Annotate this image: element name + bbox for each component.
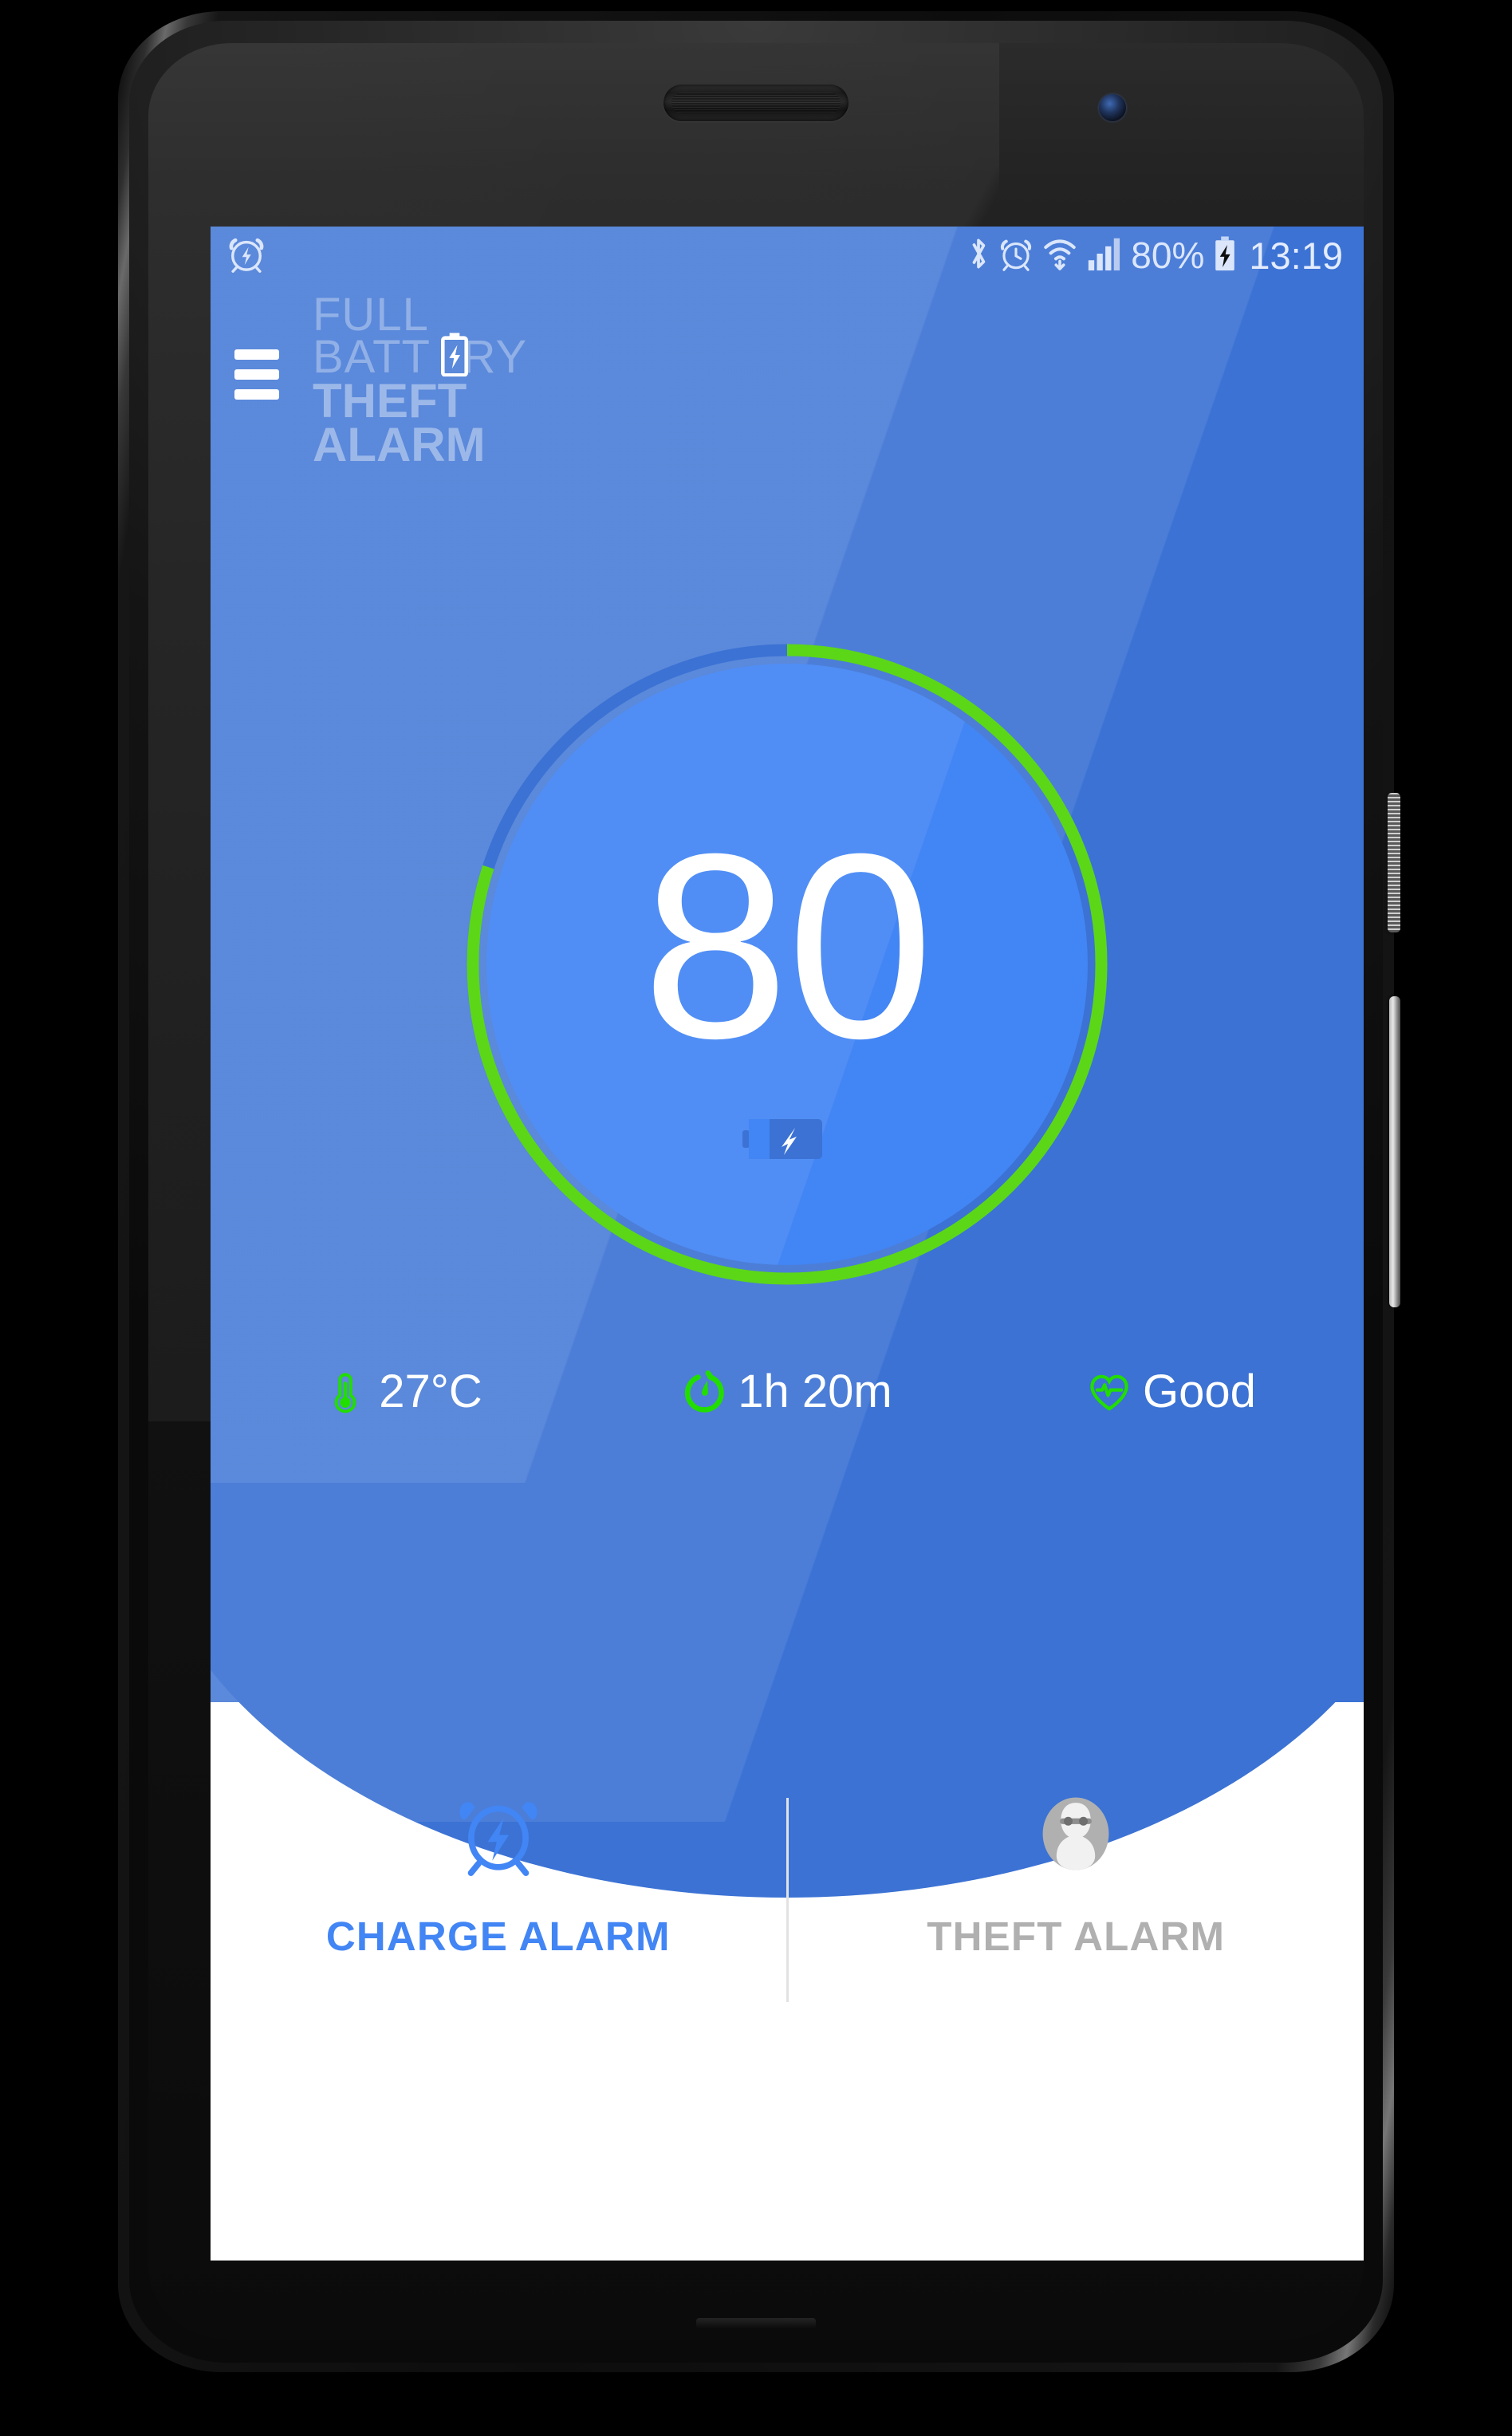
status-bar-right: 80% 13:19 [967, 235, 1343, 277]
theft-alarm-label: THEFT ALARM [927, 1914, 1226, 1959]
stats-row: 27°C 1h 20m Good [211, 1369, 1364, 1415]
volume-rocker-button[interactable] [1389, 996, 1400, 1307]
power-button[interactable] [1388, 793, 1400, 932]
battery-level-value: 80 [642, 798, 933, 1093]
timer-icon [682, 1370, 726, 1414]
time-remaining-value: 1h 20m [738, 1366, 892, 1417]
battery-charging-icon [1213, 235, 1237, 276]
battery-gauge: 80 [460, 637, 1114, 1291]
alarm-clock-icon [999, 235, 1033, 277]
status-bar: 80% 13:19 [211, 227, 1364, 284]
earpiece-speaker [663, 85, 849, 121]
charge-alarm-label: CHARGE ALARM [325, 1914, 671, 1959]
logo-battery-prefix: BATT [313, 331, 431, 384]
logo-battery-suffix: RY [462, 331, 528, 384]
phone-front-glass: 80% 13:19 FULL BATT RY THEFT ALARM 80 27… [148, 43, 1364, 2340]
alarm-charge-icon [228, 234, 265, 278]
hamburger-bar-2 [234, 369, 279, 380]
front-camera [1099, 94, 1126, 121]
phone-screen: 80% 13:19 FULL BATT RY THEFT ALARM 80 27… [211, 227, 1364, 2261]
battery-percent-label: 80% [1131, 235, 1205, 276]
bluetooth-icon [967, 235, 990, 277]
logo-line-theft: THEFT [313, 373, 467, 428]
battery-charging-horizontal-icon [742, 1116, 832, 1162]
temperature-value: 27°C [379, 1366, 482, 1417]
hamburger-menu-icon[interactable] [234, 349, 279, 400]
battery-health-value: Good [1143, 1366, 1256, 1417]
logo-line-battery: BATTERY [313, 333, 527, 380]
thermometer-icon [323, 1370, 368, 1414]
status-bar-left [228, 234, 265, 278]
charging-port [696, 2318, 816, 2329]
signal-bars-icon [1087, 235, 1122, 276]
app-logo: FULL BATTERY THEFT ALARM [313, 289, 527, 471]
time-remaining-stat: 1h 20m [595, 1369, 979, 1415]
wifi-icon [1041, 235, 1078, 277]
action-buttons-row: CHARGE ALARM THEFT ALARM [211, 1790, 1364, 2002]
battery-bolt-icon [440, 332, 469, 377]
heart-pulse-icon [1087, 1370, 1132, 1414]
app-bar: FULL BATTERY THEFT ALARM [211, 291, 1364, 469]
hamburger-bar-3 [234, 389, 279, 400]
temperature-stat: 27°C [211, 1369, 595, 1415]
battery-health-stat: Good [979, 1369, 1364, 1415]
phone-device: 80% 13:19 FULL BATT RY THEFT ALARM 80 27… [118, 11, 1400, 2404]
logo-line-full: FULL [313, 289, 429, 341]
theft-alarm-button[interactable]: THEFT ALARM [789, 1790, 1364, 1960]
charge-alarm-button[interactable]: CHARGE ALARM [211, 1790, 786, 1960]
logo-line-alarm: ALARM [313, 417, 486, 471]
alarm-clock-bolt-icon [455, 1790, 542, 1878]
clock-label: 13:19 [1249, 234, 1343, 277]
thief-avatar-icon [1032, 1790, 1120, 1878]
hamburger-bar-1 [234, 349, 279, 360]
